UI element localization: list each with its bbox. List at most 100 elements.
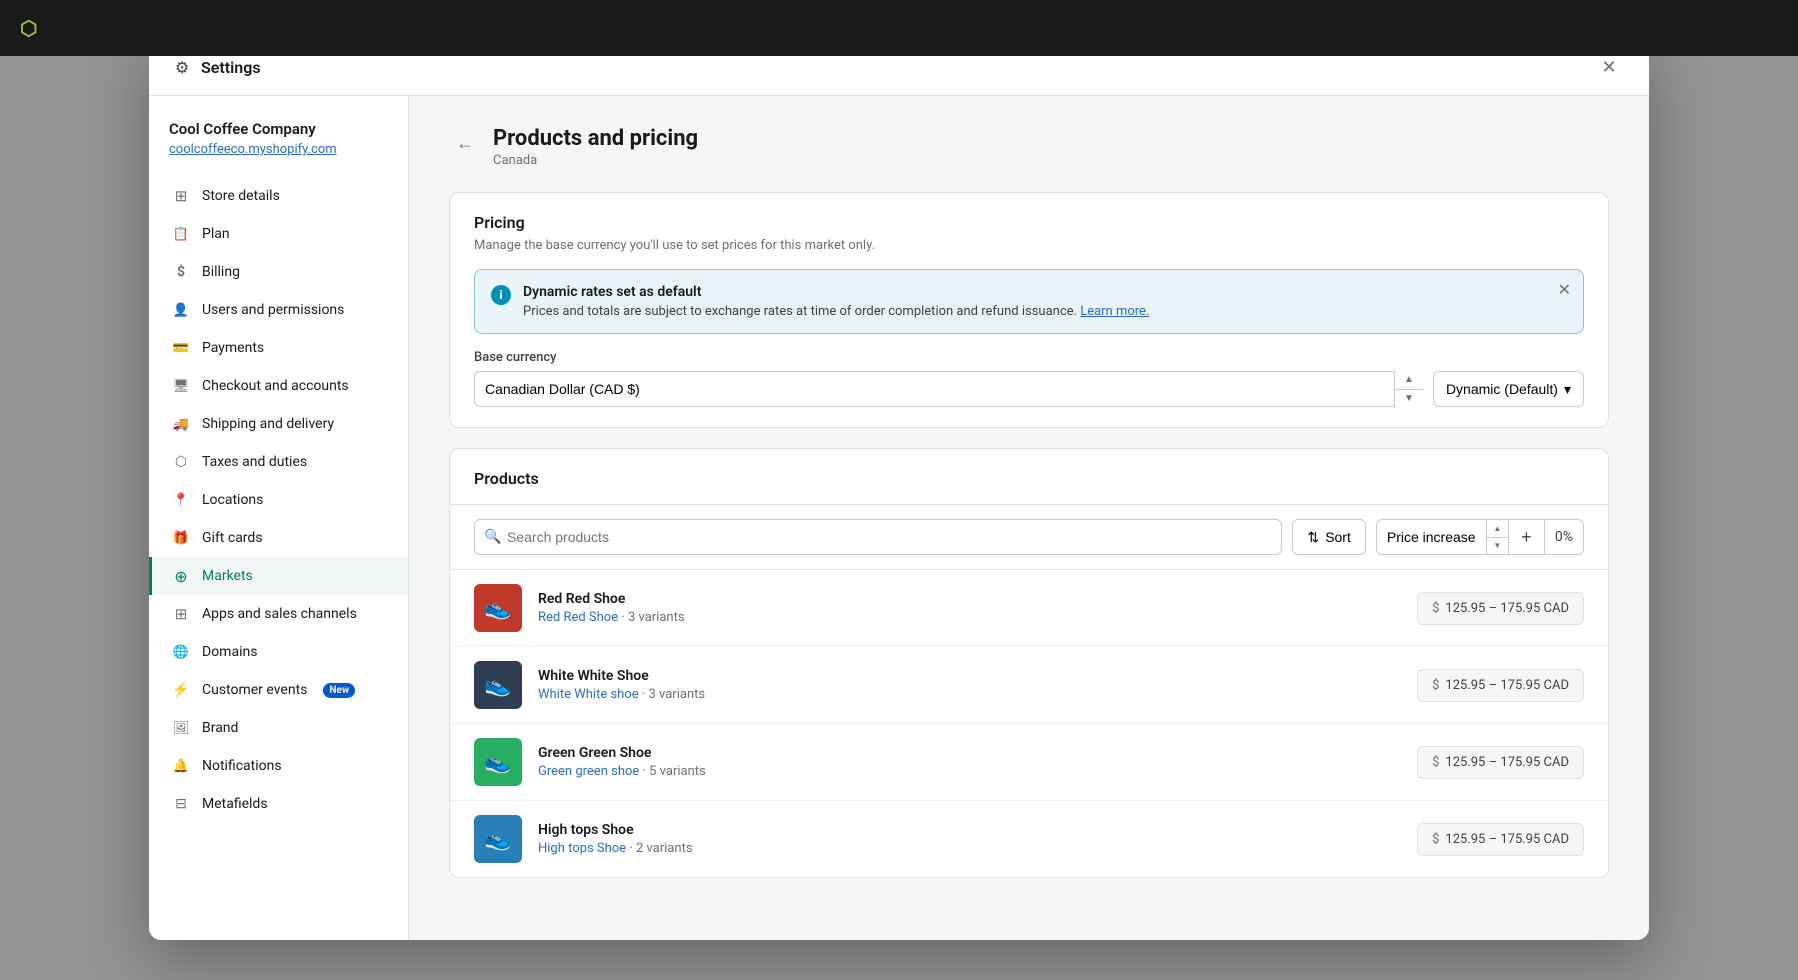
sidebar-item-apps[interactable]: Apps and sales channels	[149, 595, 408, 633]
banner-text: Dynamic rates set as default Prices and …	[523, 284, 1567, 319]
search-input[interactable]	[474, 519, 1282, 555]
back-button[interactable]: ←	[449, 126, 481, 158]
learn-more-link[interactable]: Learn more.	[1080, 304, 1149, 319]
currency-stepper: ▲ ▼	[1394, 371, 1423, 407]
sidebar-item-store-details[interactable]: Store details	[149, 177, 408, 215]
price-increase-select[interactable]: Price increase	[1377, 520, 1487, 554]
product-name: Red Red Shoe	[538, 591, 1401, 607]
dollar-sign: $	[1432, 678, 1439, 693]
sidebar-item-label: Users and permissions	[202, 302, 344, 318]
store-name: Cool Coffee Company	[169, 120, 388, 138]
table-row: 👟 Red Red Shoe Red Red Shoe · 3 variants…	[450, 570, 1608, 647]
dollar-sign: $	[1432, 755, 1439, 770]
product-thumbnail: 👟	[474, 661, 522, 709]
sidebar-item-label: Apps and sales channels	[202, 606, 357, 622]
sidebar-item-domains[interactable]: Domains	[149, 633, 408, 671]
percent-value: 0%	[1545, 529, 1583, 545]
sidebar-item-billing[interactable]: Billing	[149, 253, 408, 291]
price-value: 125.95 – 175.95 CAD	[1445, 601, 1569, 616]
sidebar-item-locations[interactable]: Locations	[149, 481, 408, 519]
product-sub: White White shoe · 3 variants	[538, 687, 1401, 702]
close-button[interactable]: ✕	[1593, 52, 1625, 84]
new-badge: New	[323, 683, 355, 698]
price-value: 125.95 – 175.95 CAD	[1445, 832, 1569, 847]
dynamic-default-button[interactable]: Dynamic (Default) ▾	[1433, 371, 1584, 407]
currency-up-button[interactable]: ▲	[1395, 371, 1423, 390]
sidebar-item-label: Metafields	[202, 796, 268, 812]
currency-select[interactable]: Canadian Dollar (CAD $)	[474, 371, 1423, 407]
product-link[interactable]: Green green shoe	[538, 764, 639, 779]
payments-icon	[172, 339, 190, 357]
sidebar-item-label: Domains	[202, 644, 257, 660]
sidebar-item-taxes[interactable]: Taxes and duties	[149, 443, 408, 481]
price-increase-up-button[interactable]: ▲	[1487, 520, 1509, 538]
checkout-icon	[172, 377, 190, 395]
billing-icon	[172, 263, 190, 281]
product-list: 👟 Red Red Shoe Red Red Shoe · 3 variants…	[450, 570, 1608, 877]
page-header: ← Products and pricing Canada	[449, 126, 1609, 168]
close-icon: ✕	[1601, 57, 1616, 78]
users-icon	[172, 301, 190, 319]
brand-icon	[172, 719, 190, 737]
sidebar-item-metafields[interactable]: Metafields	[149, 785, 408, 823]
add-percent-button[interactable]: +	[1509, 520, 1545, 554]
plus-icon: +	[1521, 527, 1532, 548]
product-name: White White Shoe	[538, 668, 1401, 684]
sort-button[interactable]: ⇅ Sort	[1292, 519, 1365, 555]
product-variants: · 3 variants	[621, 610, 684, 625]
price-increase-wrap: Price increase ▲ ▼ + 0%	[1376, 519, 1584, 555]
sidebar-item-plan[interactable]: Plan	[149, 215, 408, 253]
product-variants: · 5 variants	[643, 764, 706, 779]
locations-icon	[172, 491, 190, 509]
store-url[interactable]: coolcoffeeco.myshopify.com	[169, 142, 388, 157]
sidebar-item-label: Plan	[202, 226, 230, 242]
product-variants: · 3 variants	[642, 687, 705, 702]
sidebar-item-label: Markets	[202, 568, 253, 584]
products-header: Products	[450, 449, 1608, 505]
sidebar-nav: Store details Plan Billing Users and per…	[149, 177, 408, 823]
sidebar-item-label: Locations	[202, 492, 263, 508]
store-info: Cool Coffee Company coolcoffeeco.myshopi…	[149, 116, 408, 177]
sidebar-item-payments[interactable]: Payments	[149, 329, 408, 367]
metafields-icon	[172, 795, 190, 813]
product-variants: · 2 variants	[629, 841, 692, 856]
banner-title: Dynamic rates set as default	[523, 284, 1567, 300]
price-increase-down-button[interactable]: ▼	[1487, 538, 1509, 555]
sidebar-item-customer-events[interactable]: Customer events New	[149, 671, 408, 709]
sidebar-item-label: Customer events	[202, 682, 307, 698]
table-row: 👟 Green Green Shoe Green green shoe · 5 …	[450, 724, 1608, 801]
sidebar-item-label: Checkout and accounts	[202, 378, 349, 394]
sidebar-item-markets[interactable]: Markets	[149, 557, 408, 595]
sidebar-item-label: Store details	[202, 188, 280, 204]
sidebar-item-shipping[interactable]: Shipping and delivery	[149, 405, 408, 443]
product-link[interactable]: High tops Shoe	[538, 841, 626, 856]
sidebar-item-label: Brand	[202, 720, 238, 736]
products-toolbar: 🔍 ⇅ Sort Price increase ▲ ▼	[450, 505, 1608, 570]
product-thumbnail: 👟	[474, 738, 522, 786]
product-sub: Green green shoe · 5 variants	[538, 764, 1401, 779]
banner-close-button[interactable]: ✕	[1558, 280, 1571, 300]
sidebar: Cool Coffee Company coolcoffeeco.myshopi…	[149, 96, 409, 940]
sidebar-item-brand[interactable]: Brand	[149, 709, 408, 747]
sidebar-item-label: Shipping and delivery	[202, 416, 334, 432]
product-link[interactable]: Red Red Shoe	[538, 610, 618, 625]
product-sub: Red Red Shoe · 3 variants	[538, 610, 1401, 625]
sidebar-item-notifications[interactable]: Notifications	[149, 747, 408, 785]
banner-desc: Prices and totals are subject to exchang…	[523, 304, 1567, 319]
product-info: High tops Shoe High tops Shoe · 2 varian…	[538, 822, 1401, 856]
currency-select-wrap: Canadian Dollar (CAD $) ▲ ▼	[474, 371, 1423, 407]
product-link[interactable]: White White shoe	[538, 687, 639, 702]
sidebar-item-checkout[interactable]: Checkout and accounts	[149, 367, 408, 405]
sort-icon: ⇅	[1307, 529, 1319, 546]
sidebar-item-users[interactable]: Users and permissions	[149, 291, 408, 329]
table-row: 👟 High tops Shoe High tops Shoe · 2 vari…	[450, 801, 1608, 877]
page-title: Products and pricing	[493, 126, 698, 151]
currency-down-button[interactable]: ▼	[1395, 390, 1423, 408]
currency-row: Canadian Dollar (CAD $) ▲ ▼ Dynamic (Def…	[474, 371, 1584, 407]
settings-modal: Settings ✕ Cool Coffee Company coolcoffe…	[149, 40, 1649, 940]
product-sub: High tops Shoe · 2 variants	[538, 841, 1401, 856]
sidebar-item-label: Payments	[202, 340, 264, 356]
shipping-icon	[172, 415, 190, 433]
price-badge: $ 125.95 – 175.95 CAD	[1417, 746, 1584, 779]
sidebar-item-gift-cards[interactable]: Gift cards	[149, 519, 408, 557]
